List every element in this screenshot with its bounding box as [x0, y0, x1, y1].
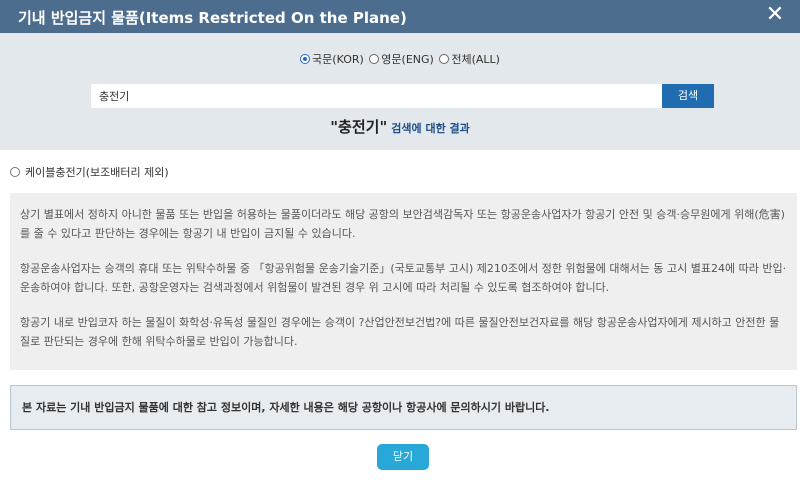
dialog-title: 기내 반입금지 물품(Items Restricted On the Plane… — [18, 9, 407, 27]
result-item-label: 케이블충전기(보조배터리 제외) — [25, 166, 169, 179]
search-result-heading: "충전기" 검색에 대한 결과 — [0, 116, 800, 137]
language-option-label: 국문(KOR) — [312, 53, 364, 66]
close-icon[interactable]: ✕ — [764, 4, 786, 26]
language-option-label: 전체(ALL) — [451, 53, 500, 66]
language-option-all[interactable]: 전체(ALL) — [439, 51, 500, 67]
info-text: 본 자료는 기내 반입금지 물품에 대한 참고 정보이며, 자세한 내용은 해당… — [22, 401, 550, 414]
dialog-header: 기내 반입금지 물품(Items Restricted On the Plane… — [0, 0, 800, 33]
info-box: 본 자료는 기내 반입금지 물품에 대한 참고 정보이며, 자세한 내용은 해당… — [10, 385, 797, 430]
notice-paragraph: 항공운송사업자는 승객의 휴대 또는 위탁수하물 중 「항공위험물 운송기술기준… — [20, 262, 787, 294]
close-button[interactable]: 닫기 — [377, 444, 429, 470]
result-suffix: 검색에 대한 결과 — [391, 122, 470, 135]
search-panel: 국문(KOR) 영문(ENG) 전체(ALL) 검색 "충전기"검색에 대한 결… — [0, 33, 800, 150]
language-option-kor[interactable]: 국문(KOR) — [300, 51, 364, 67]
notice-box: 상기 별표에서 정하지 아니한 물품 또는 반입을 허용하는 물품이더라도 해당… — [10, 193, 797, 370]
language-option-eng[interactable]: 영문(ENG) — [369, 51, 434, 67]
language-option-label: 영문(ENG) — [381, 53, 434, 66]
search-input[interactable] — [91, 84, 662, 108]
notice-paragraph: 상기 별표에서 정하지 아니한 물품 또는 반입을 허용하는 물품이더라도 해당… — [20, 208, 785, 240]
radio-icon[interactable] — [369, 54, 380, 64]
language-selector: 국문(KOR) 영문(ENG) 전체(ALL) — [0, 51, 800, 67]
result-keyword: "충전기" — [330, 118, 388, 136]
notice-paragraph: 항공기 내로 반입코자 하는 물질이 화학성·유독성 물질인 경우에는 승객이 … — [20, 316, 780, 348]
search-button[interactable]: 검색 — [662, 84, 714, 108]
radio-icon-checked[interactable] — [300, 54, 311, 64]
result-item[interactable]: 케이블충전기(보조배터리 제외) — [10, 164, 169, 180]
radio-icon[interactable] — [439, 54, 450, 64]
radio-icon[interactable] — [10, 167, 20, 177]
